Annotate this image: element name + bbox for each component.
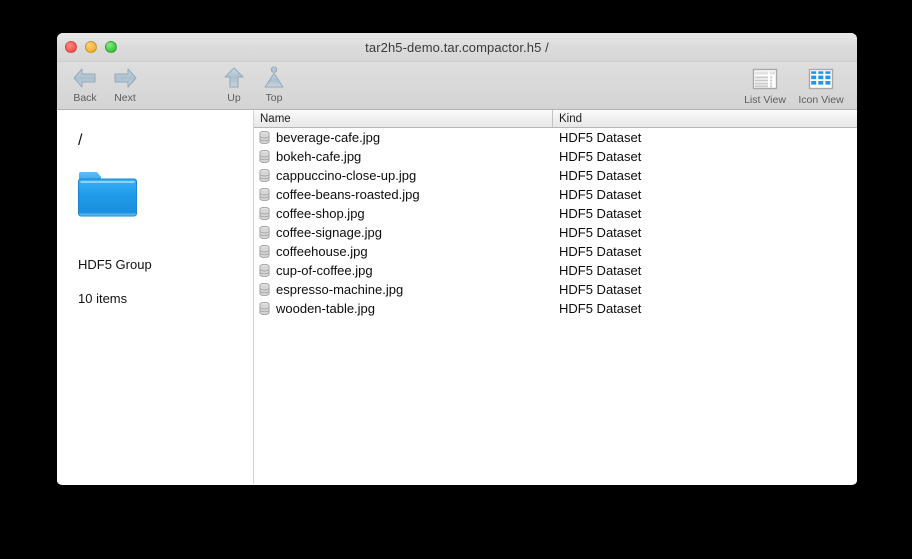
row-kind-cell: HDF5 Dataset (559, 225, 642, 240)
row-name-cell: bokeh-cafe.jpg (254, 149, 552, 164)
next-button[interactable]: Next (105, 62, 145, 104)
group-kind-label: HDF5 Group (78, 257, 152, 272)
dataset-name-label: cappuccino-close-up.jpg (276, 168, 417, 183)
table-row[interactable]: coffeehouse.jpg HDF5 Dataset (254, 242, 857, 261)
dataset-name-label: coffee-beans-roasted.jpg (276, 187, 420, 202)
dataset-name-label: wooden-table.jpg (276, 301, 376, 316)
icon-view-button[interactable]: Icon View (793, 62, 849, 106)
navigation-button-group: Back Next (65, 62, 145, 104)
window-content: / HDF5 Group 10 items Name Kind beverage… (57, 110, 857, 484)
table-row[interactable]: beverage-cafe.jpg HDF5 Dataset (254, 128, 857, 147)
row-name-cell: coffee-shop.jpg (254, 206, 552, 221)
preview-sidebar: / HDF5 Group 10 items (57, 110, 254, 484)
table-row[interactable]: bokeh-cafe.jpg HDF5 Dataset (254, 147, 857, 166)
dataset-icon (259, 226, 270, 239)
dataset-icon (259, 188, 270, 201)
row-kind-cell: HDF5 Dataset (559, 263, 642, 278)
back-arrow-icon (72, 65, 98, 91)
table-row[interactable]: coffee-shop.jpg HDF5 Dataset (254, 204, 857, 223)
row-name-cell: beverage-cafe.jpg (254, 130, 552, 145)
dataset-icon (259, 150, 270, 163)
toolbar: Back Next Up Top List View Icon View (57, 62, 857, 110)
row-name-cell: espresso-machine.jpg (254, 282, 552, 297)
table-row[interactable]: wooden-table.jpg HDF5 Dataset (254, 299, 857, 318)
row-name-cell: coffee-beans-roasted.jpg (254, 187, 552, 202)
row-kind-cell: HDF5 Dataset (559, 130, 642, 145)
dataset-name-label: beverage-cafe.jpg (276, 130, 381, 145)
row-kind-cell: HDF5 Dataset (559, 149, 642, 164)
next-button-label: Next (114, 92, 136, 104)
dataset-name-label: bokeh-cafe.jpg (276, 149, 362, 164)
dataset-icon (259, 264, 270, 277)
table-row[interactable]: espresso-machine.jpg HDF5 Dataset (254, 280, 857, 299)
table-row[interactable]: cappuccino-close-up.jpg HDF5 Dataset (254, 166, 857, 185)
up-arrow-icon (223, 65, 245, 91)
current-group-path: / (78, 132, 83, 149)
dataset-name-label: espresso-machine.jpg (276, 282, 404, 297)
row-name-cell: coffeehouse.jpg (254, 244, 552, 259)
top-button[interactable]: Top (254, 62, 294, 104)
list-column-header: Name Kind (254, 110, 857, 128)
hierarchy-button-group: Up Top (214, 62, 294, 104)
back-button-label: Back (73, 92, 97, 104)
dataset-list-pane: Name Kind beverage-cafe.jpg HDF5 Dataset … (254, 110, 857, 484)
list-view-button[interactable]: List View (737, 62, 793, 106)
row-kind-cell: HDF5 Dataset (559, 244, 642, 259)
icon-view-button-label: Icon View (798, 94, 844, 106)
back-button[interactable]: Back (65, 62, 105, 104)
row-name-cell: coffee-signage.jpg (254, 225, 552, 240)
dataset-icon (259, 169, 270, 182)
row-kind-cell: HDF5 Dataset (559, 282, 642, 297)
row-name-cell: wooden-table.jpg (254, 301, 552, 316)
row-kind-cell: HDF5 Dataset (559, 206, 642, 221)
forward-arrow-icon (112, 65, 138, 91)
dataset-name-label: coffee-shop.jpg (276, 206, 365, 221)
dataset-icon (259, 245, 270, 258)
top-button-label: Top (265, 92, 283, 104)
row-kind-cell: HDF5 Dataset (559, 168, 642, 183)
dataset-name-label: coffee-signage.jpg (276, 225, 383, 240)
row-kind-cell: HDF5 Dataset (559, 187, 642, 202)
row-name-cell: cappuccino-close-up.jpg (254, 168, 552, 183)
view-mode-button-group: List View Icon View (737, 62, 849, 106)
up-button[interactable]: Up (214, 62, 254, 104)
list-view-button-label: List View (744, 94, 786, 106)
dataset-icon (259, 302, 270, 315)
row-name-cell: cup-of-coffee.jpg (254, 263, 552, 278)
group-item-count: 10 items (78, 291, 128, 306)
up-button-label: Up (227, 92, 241, 104)
list-view-icon (752, 65, 778, 93)
dataset-icon (259, 131, 270, 144)
dataset-icon (259, 207, 270, 220)
dataset-name-label: coffeehouse.jpg (276, 244, 368, 259)
folder-icon (77, 168, 139, 225)
dataset-name-label: cup-of-coffee.jpg (276, 263, 373, 278)
column-header-name[interactable]: Name (254, 110, 552, 127)
column-header-kind[interactable]: Kind (552, 110, 857, 127)
icon-view-icon (808, 65, 834, 93)
window-title: tar2h5-demo.tar.compactor.h5 / (365, 40, 549, 55)
row-kind-cell: HDF5 Dataset (559, 301, 642, 316)
window-titlebar: tar2h5-demo.tar.compactor.h5 / (57, 33, 857, 62)
table-row[interactable]: coffee-signage.jpg HDF5 Dataset (254, 223, 857, 242)
table-row[interactable]: cup-of-coffee.jpg HDF5 Dataset (254, 261, 857, 280)
table-row[interactable]: coffee-beans-roasted.jpg HDF5 Dataset (254, 185, 857, 204)
dataset-list-body: beverage-cafe.jpg HDF5 Dataset bokeh-cafe… (254, 128, 857, 318)
hdf5-browser-window: tar2h5-demo.tar.compactor.h5 / Back Next… (57, 33, 857, 485)
go-to-top-icon (262, 65, 286, 91)
dataset-icon (259, 283, 270, 296)
